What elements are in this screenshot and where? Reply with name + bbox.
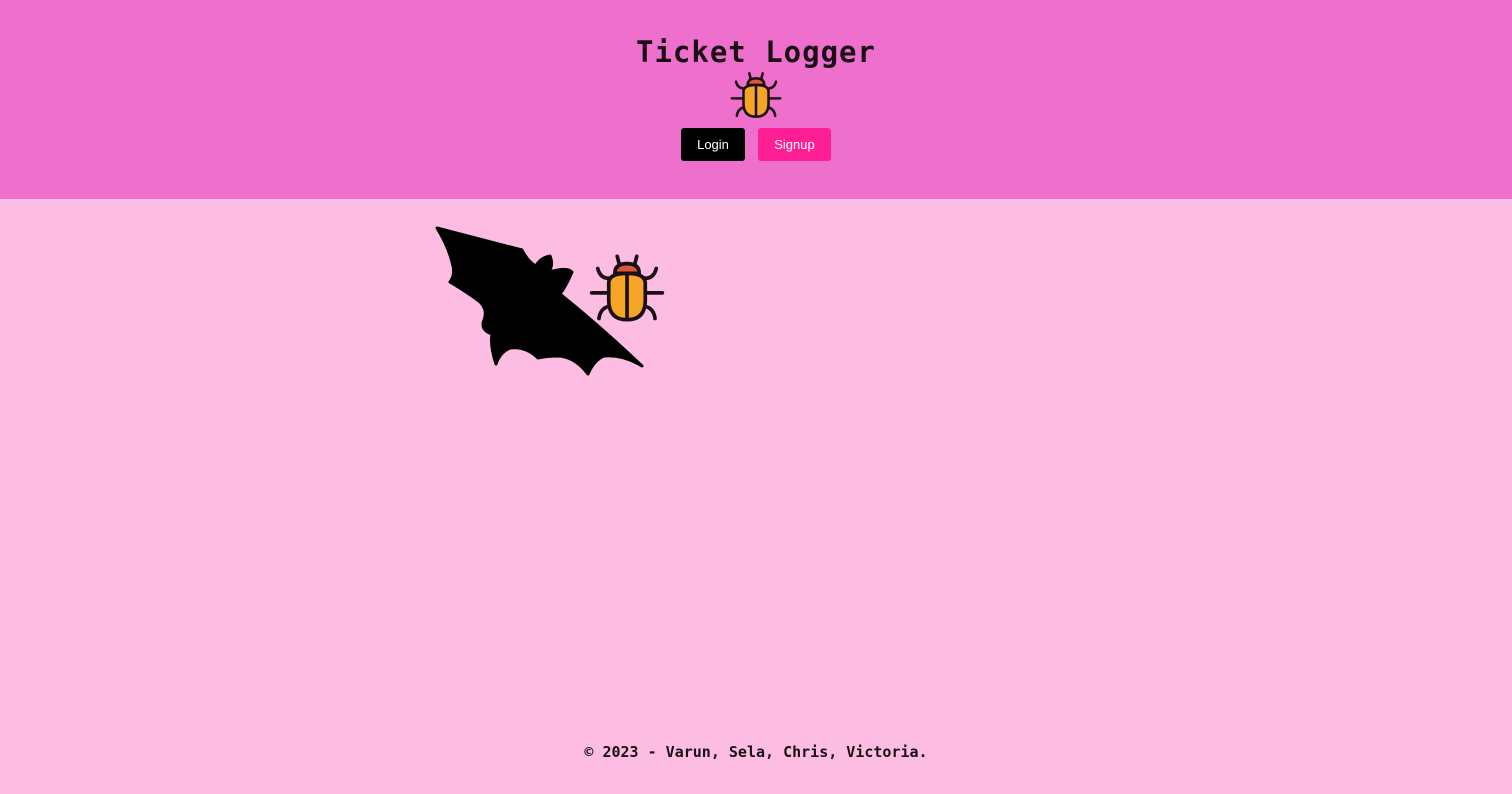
bug-icon [589, 254, 665, 322]
signup-button[interactable]: Signup [758, 128, 831, 161]
site-header: Ticket Logger Login Signup [0, 0, 1512, 199]
bug-icon [730, 72, 782, 118]
footer-copyright: © 2023 - Varun, Sela, Chris, Victoria. [584, 743, 928, 761]
login-button[interactable]: Login [681, 128, 745, 161]
page-title: Ticket Logger [636, 35, 876, 69]
